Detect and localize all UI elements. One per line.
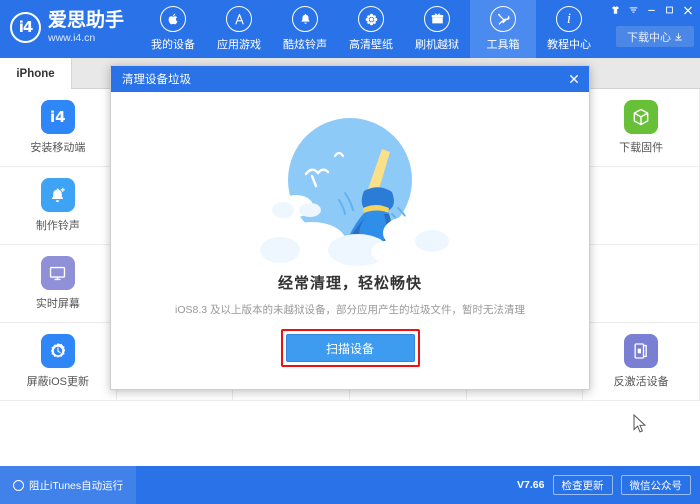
tool-block-ios-update[interactable]: 屏蔽iOS更新	[0, 323, 117, 401]
nav-label: 酷炫铃声	[283, 36, 327, 52]
appstore-icon	[226, 6, 252, 32]
dialog-titlebar: 清理设备垃圾	[111, 66, 589, 92]
nav-label: 工具箱	[487, 36, 520, 52]
status-bar-actions: V7.66 检查更新 微信公众号	[517, 475, 700, 495]
dialog-title: 清理设备垃圾	[122, 71, 191, 87]
bell-plus-icon	[41, 178, 75, 212]
version-label: V7.66	[517, 479, 544, 491]
app-header: i4 爱思助手 www.i4.cn 我的设备	[0, 0, 700, 58]
nav-label: 刷机越狱	[415, 36, 459, 52]
dialog-close-icon[interactable]	[564, 69, 584, 89]
i4-logo-icon: i4	[10, 12, 41, 43]
wechat-official-button[interactable]: 微信公众号	[621, 475, 692, 495]
deactivate-icon	[624, 334, 658, 368]
tool-label: 实时屏幕	[36, 295, 80, 311]
block-update-icon	[41, 334, 75, 368]
download-center-label: 下载中心	[627, 29, 671, 45]
bell-icon	[292, 6, 318, 32]
nav-label: 高清壁纸	[349, 36, 393, 52]
broom-sweeping-clouds-illustration	[250, 102, 450, 274]
block-itunes-toggle[interactable]: 阻止iTunes自动运行	[0, 466, 136, 504]
skin-icon[interactable]	[607, 2, 624, 18]
nav-item-apps-games[interactable]: 应用游戏	[206, 0, 272, 58]
dialog-subtext: iOS8.3 及以上版本的未越狱设备，部分应用产生的垃圾文件，暂时无法清理	[175, 302, 525, 317]
clean-junk-dialog: 清理设备垃圾	[110, 65, 590, 390]
nav-item-my-device[interactable]: 我的设备	[140, 0, 206, 58]
scan-button-highlight: 扫描设备	[281, 329, 420, 367]
i4-assistant-window: i4 爱思助手 www.i4.cn 我的设备	[0, 0, 700, 504]
brand-url: www.i4.cn	[48, 33, 124, 44]
window-controls	[607, 2, 696, 18]
tool-label: 安装移动端	[30, 139, 85, 155]
scan-device-button[interactable]: 扫描设备	[286, 334, 415, 362]
tool-make-ringtone[interactable]: 制作铃声	[0, 167, 117, 245]
flower-icon	[358, 6, 384, 32]
tool-label: 下载固件	[619, 139, 663, 155]
nav-item-tutorials[interactable]: i 教程中心	[536, 0, 602, 58]
nav-item-flash-jailbreak[interactable]: 刷机越狱	[404, 0, 470, 58]
tool-deactivate-device[interactable]: 反激活设备	[583, 323, 700, 401]
i4-app-icon: i4	[41, 100, 75, 134]
nav-label: 应用游戏	[217, 36, 261, 52]
main-nav: 我的设备 应用游戏 酷炫铃声	[140, 0, 602, 58]
tab-iphone[interactable]: iPhone	[0, 58, 72, 89]
tool-label: 反激活设备	[614, 373, 669, 389]
nav-item-ringtones[interactable]: 酷炫铃声	[272, 0, 338, 58]
tool-install-mobile-client[interactable]: i4 安装移动端	[0, 89, 117, 167]
mouse-cursor	[633, 414, 647, 439]
menu-dropdown-icon[interactable]	[625, 2, 642, 18]
info-icon: i	[556, 6, 582, 32]
status-bar: 阻止iTunes自动运行 V7.66 检查更新 微信公众号	[0, 466, 700, 504]
nav-item-wallpapers[interactable]: 高清壁纸	[338, 0, 404, 58]
monitor-icon	[41, 256, 75, 290]
tool-cell-empty	[583, 167, 700, 245]
maximize-icon[interactable]	[661, 2, 678, 18]
tool-realtime-screen[interactable]: 实时屏幕	[0, 245, 117, 323]
check-update-button[interactable]: 检查更新	[553, 475, 613, 495]
nav-label: 教程中心	[547, 36, 591, 52]
brand-name: 爱思助手	[48, 11, 124, 30]
download-icon	[674, 32, 683, 42]
close-icon[interactable]	[679, 2, 696, 18]
tools-icon	[490, 6, 516, 32]
nav-item-toolbox[interactable]: 工具箱	[470, 0, 536, 58]
dialog-heading: 经常清理，轻松畅快	[278, 272, 422, 293]
block-itunes-label: 阻止iTunes自动运行	[29, 478, 123, 493]
brand-logo: i4 爱思助手 www.i4.cn	[10, 11, 124, 44]
tool-cell-empty	[583, 245, 700, 323]
apple-icon	[160, 6, 186, 32]
nav-label: 我的设备	[151, 36, 195, 52]
tool-label: 制作铃声	[36, 217, 80, 233]
minimize-icon[interactable]	[643, 2, 660, 18]
box-icon	[424, 6, 450, 32]
tool-label: 屏蔽iOS更新	[27, 373, 89, 389]
dialog-body: 经常清理，轻松畅快 iOS8.3 及以上版本的未越狱设备，部分应用产生的垃圾文件…	[111, 92, 589, 389]
download-center-button[interactable]: 下载中心	[616, 26, 694, 47]
tool-download-firmware[interactable]: 下载固件	[583, 89, 700, 167]
toggle-circle-icon	[13, 480, 24, 491]
cube-icon	[624, 100, 658, 134]
